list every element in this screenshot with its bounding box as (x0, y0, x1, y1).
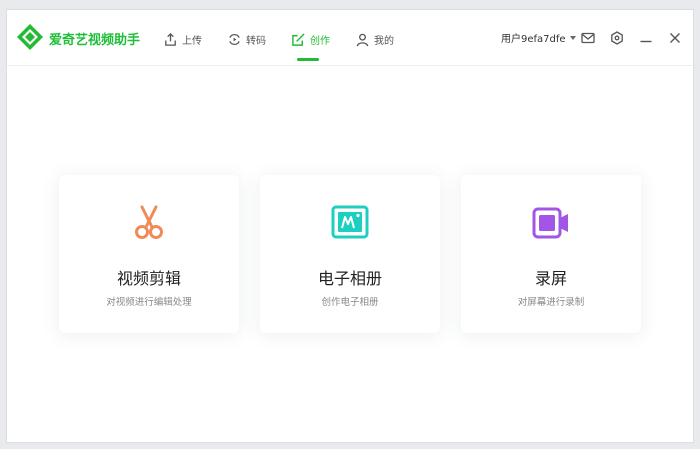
title-bar: 爱奇艺视频助手 上传 转码 创作 我的 用户9efa7dfe (7, 10, 693, 66)
nav-upload[interactable]: 上传 (163, 28, 202, 50)
upload-icon (165, 32, 176, 46)
app-brand: 爱奇艺视频助手 (49, 33, 141, 48)
screen-record-title: 录屏 (534, 269, 567, 288)
transcode-icon (229, 33, 240, 45)
nav-transcode[interactable]: 转码 (227, 28, 266, 50)
chevron-down-icon (569, 35, 576, 40)
nav-create-label: 创作 (310, 35, 330, 47)
video-edit-title: 视频剪辑 (116, 269, 181, 288)
photo-album-card[interactable]: 电子相册 创作电子相册 (260, 175, 440, 333)
iqiyi-logo-icon (17, 24, 43, 50)
close-icon[interactable] (667, 30, 683, 46)
screen-record-icon (532, 207, 568, 239)
photo-album-icon (331, 205, 369, 239)
nav-active-indicator (297, 58, 319, 61)
screen-record-subtitle: 对屏幕进行录制 (517, 297, 585, 308)
settings-icon[interactable] (609, 30, 625, 46)
create-icon (292, 32, 305, 46)
nav-transcode-label: 转码 (246, 35, 266, 47)
nav-create[interactable]: 创作 (291, 28, 330, 50)
username: 用户9efa7dfe (501, 34, 566, 45)
scissors-icon (135, 205, 163, 239)
photo-album-subtitle: 创作电子相册 (321, 297, 379, 308)
video-edit-subtitle: 对视频进行编辑处理 (106, 297, 192, 308)
user-icon (356, 33, 369, 46)
nav-mine[interactable]: 我的 (355, 28, 394, 50)
nav-upload-label: 上传 (182, 35, 202, 47)
app-window: 爱奇艺视频助手 上传 转码 创作 我的 用户9efa7dfe 视频剪辑 对视频进… (6, 9, 694, 443)
video-edit-card[interactable]: 视频剪辑 对视频进行编辑处理 (59, 175, 239, 333)
minimize-icon[interactable] (638, 30, 654, 46)
user-menu[interactable]: 用户9efa7dfe (501, 30, 576, 45)
nav-mine-label: 我的 (374, 35, 394, 47)
screen-record-card[interactable]: 录屏 对屏幕进行录制 (461, 175, 641, 333)
mail-icon[interactable] (580, 30, 596, 46)
photo-album-title: 电子相册 (317, 269, 382, 288)
